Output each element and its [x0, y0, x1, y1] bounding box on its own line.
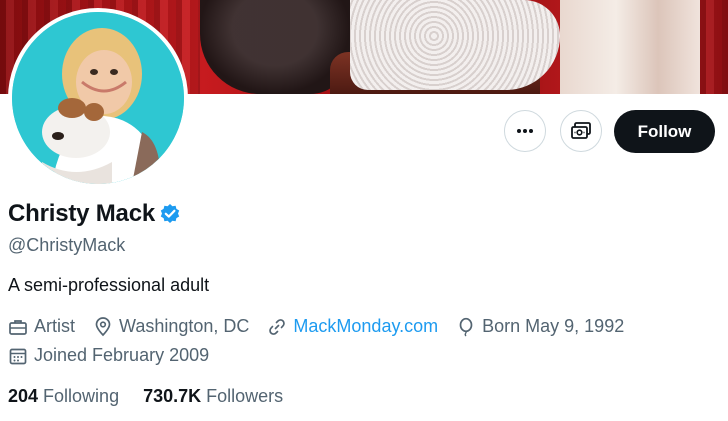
curtain-right [700, 0, 728, 94]
followers-stat[interactable]: 730.7K Followers [143, 386, 283, 407]
follow-button[interactable]: Follow [614, 110, 715, 153]
profile-bio: A semi-professional adult [8, 275, 210, 295]
avatar-photo [12, 12, 184, 184]
profile-location: Washington, DC [93, 316, 249, 337]
profile-category: Artist [8, 316, 75, 337]
website-link[interactable]: MackMonday.com [293, 316, 438, 337]
balloon-icon [459, 317, 473, 336]
verified-badge-icon[interactable] [159, 203, 181, 225]
location-label: Washington, DC [119, 316, 250, 336]
subscribe-button[interactable] [560, 110, 602, 152]
profile-meta-row: Artist Washington, DC MackMonday.com Bor… [8, 316, 642, 337]
location-pin-icon [95, 316, 111, 336]
calendar-icon [9, 348, 27, 364]
profile-joined: Joined February 2009 [8, 345, 209, 366]
profile-birthday: Born May 9, 1992 [456, 316, 624, 337]
birthday-label: Born May 9, 1992 [482, 316, 625, 336]
joined-label: Joined February 2009 [34, 345, 210, 365]
subscription-icon [571, 122, 591, 139]
profile-joined-row: Joined February 2009 [8, 345, 227, 366]
following-stat[interactable]: 204 Following [8, 386, 119, 407]
profile-stats: 204 Following 730.7K Followers [8, 386, 307, 407]
following-label: Following [43, 386, 120, 406]
briefcase-icon [9, 319, 27, 335]
profile-handle: @ChristyMack [8, 235, 126, 255]
profile-name-row: Christy Mack [8, 200, 181, 228]
category-label: Artist [34, 316, 76, 336]
ellipsis-icon [517, 129, 533, 133]
profile-website[interactable]: MackMonday.com [267, 316, 438, 337]
following-count: 204 [8, 386, 44, 406]
link-icon [269, 318, 286, 335]
followers-label: Followers [206, 386, 284, 406]
display-name: Christy Mack [8, 200, 155, 227]
banner-door [560, 0, 700, 94]
banner-figure-dark [200, 0, 350, 94]
followers-count: 730.7K [143, 386, 207, 406]
banner-figure-light [350, 0, 560, 90]
profile-avatar[interactable] [8, 8, 188, 188]
more-options-button[interactable] [504, 110, 546, 152]
